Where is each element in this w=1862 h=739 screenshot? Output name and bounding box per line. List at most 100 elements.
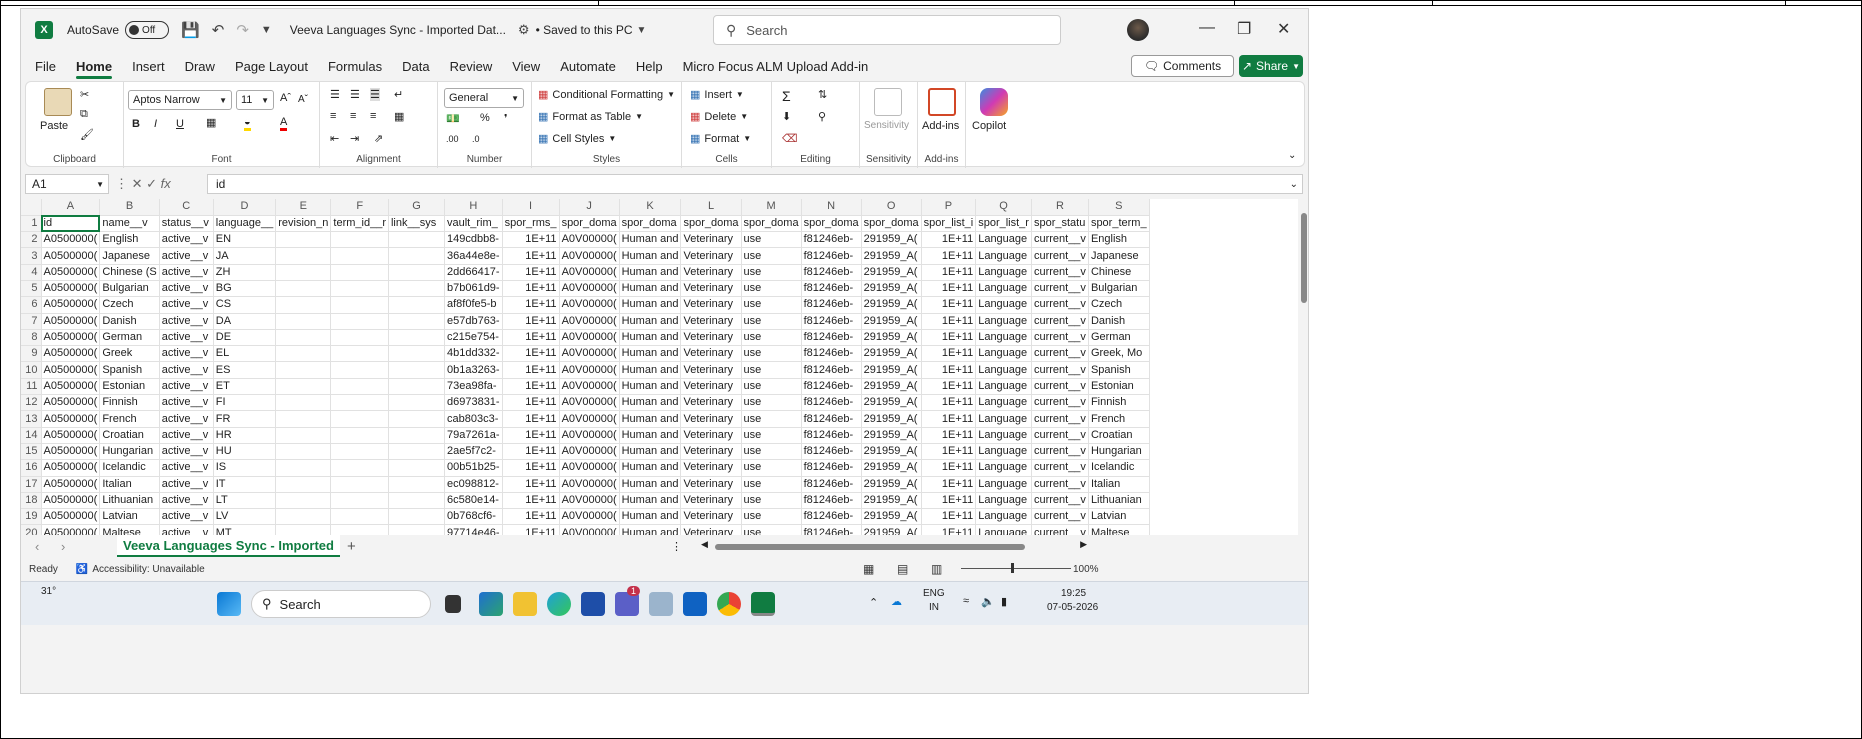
cell[interactable]: A0500000( (41, 508, 101, 526)
cell[interactable]: Human and (619, 280, 682, 298)
cell[interactable]: 291959_A( (861, 508, 922, 526)
cell[interactable]: cab803c3- (444, 410, 503, 428)
cell[interactable]: current__v (1031, 345, 1089, 363)
cell[interactable]: IT (213, 476, 277, 493)
cell[interactable]: active__v (159, 492, 214, 510)
cell[interactable]: ec098812- (444, 476, 503, 493)
cell[interactable]: spor_statu (1031, 215, 1089, 233)
cell[interactable] (330, 313, 389, 330)
cell[interactable]: 1E+11 (921, 231, 977, 249)
cell[interactable]: 1E+11 (502, 296, 560, 314)
row-header[interactable]: 19 (21, 508, 42, 526)
cell[interactable]: 291959_A( (861, 280, 922, 298)
cell[interactable]: FI (213, 394, 277, 412)
cell[interactable]: 291959_A( (861, 524, 922, 535)
cell[interactable]: 1E+11 (921, 361, 977, 379)
cell[interactable]: Human and (619, 394, 682, 412)
cell[interactable]: f81246eb- (801, 280, 862, 298)
cell[interactable] (275, 459, 332, 477)
cell[interactable] (275, 313, 332, 330)
column-header[interactable]: L (680, 199, 742, 216)
cell[interactable]: A0500000( (41, 492, 101, 510)
orientation-icon[interactable]: ⇗ (374, 132, 383, 145)
row-header[interactable]: 6 (21, 296, 42, 314)
cell[interactable]: Human and (619, 427, 682, 444)
cell[interactable]: Czech (1088, 296, 1150, 314)
cell[interactable]: Veterinary (680, 345, 742, 363)
page-break-view-icon[interactable]: ▥ (931, 562, 942, 576)
cell[interactable] (330, 410, 389, 428)
outlook-icon[interactable] (683, 592, 707, 616)
cell[interactable]: f81246eb- (801, 508, 862, 526)
cell[interactable] (330, 508, 389, 526)
menu-automate[interactable]: Automate (560, 59, 616, 74)
italic-button[interactable]: I (154, 118, 157, 130)
wrap-text-icon[interactable]: ↵ (394, 88, 403, 101)
menu-home[interactable]: Home (75, 59, 113, 79)
autosave-toggle[interactable]: Off (125, 21, 170, 39)
cell[interactable]: Human and (619, 345, 682, 363)
cell[interactable]: f81246eb- (801, 296, 862, 314)
cell[interactable] (330, 378, 389, 396)
add-sheet-icon[interactable]: + (347, 538, 356, 555)
cell[interactable]: active__v (159, 296, 214, 314)
edge-icon[interactable] (547, 592, 571, 616)
zoom-slider[interactable] (961, 568, 1071, 569)
find-select-icon[interactable]: ⚲ (818, 110, 826, 123)
cell[interactable]: Spanish (99, 361, 160, 379)
cell[interactable]: Hungarian (1088, 443, 1150, 461)
cell[interactable] (388, 264, 445, 281)
menu-view[interactable]: View (512, 59, 540, 74)
start-icon[interactable] (217, 592, 241, 616)
cell[interactable]: Bulgarian (1088, 280, 1150, 298)
cell[interactable]: A0V00000( (559, 410, 620, 428)
cell[interactable] (330, 443, 389, 461)
cell[interactable]: af8f0fe5-b (444, 296, 503, 314)
close-icon[interactable]: ✕ (1277, 19, 1290, 39)
increase-font-icon[interactable]: Aˆ (280, 92, 291, 104)
cell[interactable]: use (741, 524, 802, 535)
cell[interactable]: Veterinary (680, 231, 742, 249)
cell[interactable]: 291959_A( (861, 345, 922, 363)
cell[interactable]: Human and (619, 508, 682, 526)
horizontal-scroll-thumb[interactable] (715, 544, 1025, 550)
select-all-corner[interactable] (21, 199, 42, 216)
cell[interactable]: spor_term_ (1088, 215, 1150, 233)
comments-button[interactable]: 🗨 Comments (1131, 55, 1234, 77)
column-header[interactable]: K (619, 199, 682, 216)
cell[interactable]: spor_doma (801, 215, 862, 233)
cell[interactable]: 1E+11 (921, 524, 977, 535)
cell[interactable]: f81246eb- (801, 459, 862, 477)
cell[interactable]: 1E+11 (921, 394, 977, 412)
cell[interactable]: German (99, 329, 160, 347)
cell[interactable]: use (741, 264, 802, 281)
cell[interactable]: f81246eb- (801, 410, 862, 428)
cell[interactable]: current__v (1031, 427, 1089, 444)
zoom-slider-thumb[interactable] (1011, 563, 1014, 573)
cell[interactable]: Veterinary (680, 427, 742, 444)
cell[interactable] (388, 508, 445, 526)
cell[interactable] (330, 476, 389, 493)
cell[interactable] (330, 492, 389, 510)
cell[interactable] (388, 247, 445, 265)
cell[interactable]: active__v (159, 345, 214, 363)
row-header[interactable]: 12 (21, 394, 42, 412)
menu-review[interactable]: Review (450, 59, 493, 74)
cell[interactable]: 1E+11 (502, 264, 560, 281)
show-hidden-icons[interactable]: ⌃ (869, 596, 878, 609)
cell[interactable]: current__v (1031, 264, 1089, 281)
cell[interactable]: 291959_A( (861, 247, 922, 265)
cell[interactable]: A0V00000( (559, 329, 620, 347)
cell[interactable]: 291959_A( (861, 296, 922, 314)
cell[interactable]: active__v (159, 247, 214, 265)
cell[interactable]: 291959_A( (861, 476, 922, 493)
column-header[interactable]: N (801, 199, 862, 216)
cell[interactable]: 97714e46- (444, 524, 503, 535)
cell[interactable]: use (741, 296, 802, 314)
cell[interactable]: 00b51b25- (444, 459, 503, 477)
cell[interactable]: spor_doma (861, 215, 922, 233)
cell[interactable]: Danish (1088, 313, 1150, 330)
cell[interactable]: current__v (1031, 329, 1089, 347)
cell[interactable]: 149cdbb8- (444, 231, 503, 249)
column-header[interactable]: D (213, 199, 277, 216)
